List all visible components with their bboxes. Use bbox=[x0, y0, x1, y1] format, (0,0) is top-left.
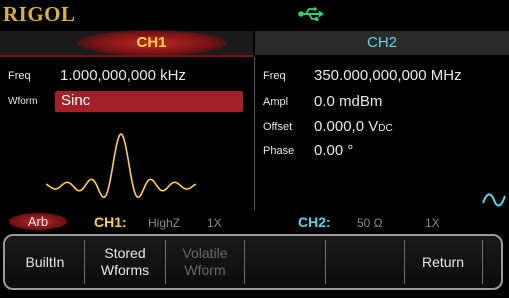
ch2-freq-value[interactable]: 350.000,000,000 MHz bbox=[314, 67, 462, 84]
sinc-waveform-preview bbox=[46, 133, 196, 198]
usb-icon bbox=[298, 7, 324, 21]
ch1-freq-value[interactable]: 1.000,000,000 kHz bbox=[60, 67, 186, 84]
softkey-volatile-line1: Volatile bbox=[182, 245, 228, 261]
ch1-wform-label: Wform bbox=[8, 96, 38, 107]
ch2-phase-label: Phase bbox=[263, 145, 295, 157]
ch1-wform-value: Sinc bbox=[61, 92, 91, 109]
ch1-freq-label: Freq bbox=[8, 70, 31, 82]
softkey-empty-5[interactable] bbox=[327, 236, 404, 288]
softkey-stored-line1: Stored bbox=[104, 245, 146, 261]
top-bar bbox=[0, 0, 509, 28]
ch2-ampl-value[interactable]: 0.0 mdBm bbox=[314, 93, 382, 110]
softkey-separator bbox=[165, 240, 166, 284]
ch2-offset-value[interactable]: 0.000,0 VDC bbox=[314, 118, 393, 135]
ch2-freq-label: Freq bbox=[263, 70, 286, 82]
ch2-title: CH2 bbox=[366, 34, 397, 51]
ch2-offset-number: 0.000,0 V bbox=[314, 118, 379, 135]
panel-divider bbox=[254, 57, 255, 210]
status-ch2-load: 50 Ω bbox=[357, 216, 383, 230]
sine-icon bbox=[482, 193, 506, 207]
softkey-separator bbox=[244, 240, 245, 284]
brand-logo: RIGOL bbox=[3, 2, 76, 26]
softkey-return-label: Return bbox=[421, 253, 465, 270]
softkey-empty-4[interactable] bbox=[246, 236, 324, 288]
softkey-stored-wforms[interactable]: Stored Wforms bbox=[86, 236, 164, 288]
softkey-builtin-label: BuiltIn bbox=[25, 253, 65, 270]
status-ch1-load: HighZ bbox=[148, 216, 181, 230]
ch2-offset-unit-sub: DC bbox=[378, 123, 393, 134]
softkey-separator bbox=[404, 240, 405, 284]
softkey-return[interactable]: Return bbox=[406, 236, 480, 288]
ch2-ampl-label: Ampl bbox=[263, 96, 289, 108]
softkey-volatile-line2: Wform bbox=[184, 262, 226, 278]
ch2-phase-value[interactable]: 0.00 ° bbox=[314, 142, 353, 159]
status-ch2-mult: 1X bbox=[425, 216, 440, 230]
softkey-builtin[interactable]: BuiltIn bbox=[9, 236, 81, 288]
status-ch2-label: CH2: bbox=[298, 214, 331, 230]
softkey-separator bbox=[84, 240, 85, 284]
softkey-separator bbox=[325, 240, 326, 284]
mode-label: Arb bbox=[27, 214, 49, 229]
ch2-offset-label: Offset bbox=[263, 121, 293, 133]
softkey-separator bbox=[482, 240, 483, 284]
softkey-stored-line2: Wforms bbox=[100, 262, 150, 278]
status-ch1-mult: 1X bbox=[207, 216, 222, 230]
status-ch1-label: CH1: bbox=[94, 214, 127, 230]
softkey-volatile-wform[interactable]: Volatile Wform bbox=[167, 236, 243, 288]
